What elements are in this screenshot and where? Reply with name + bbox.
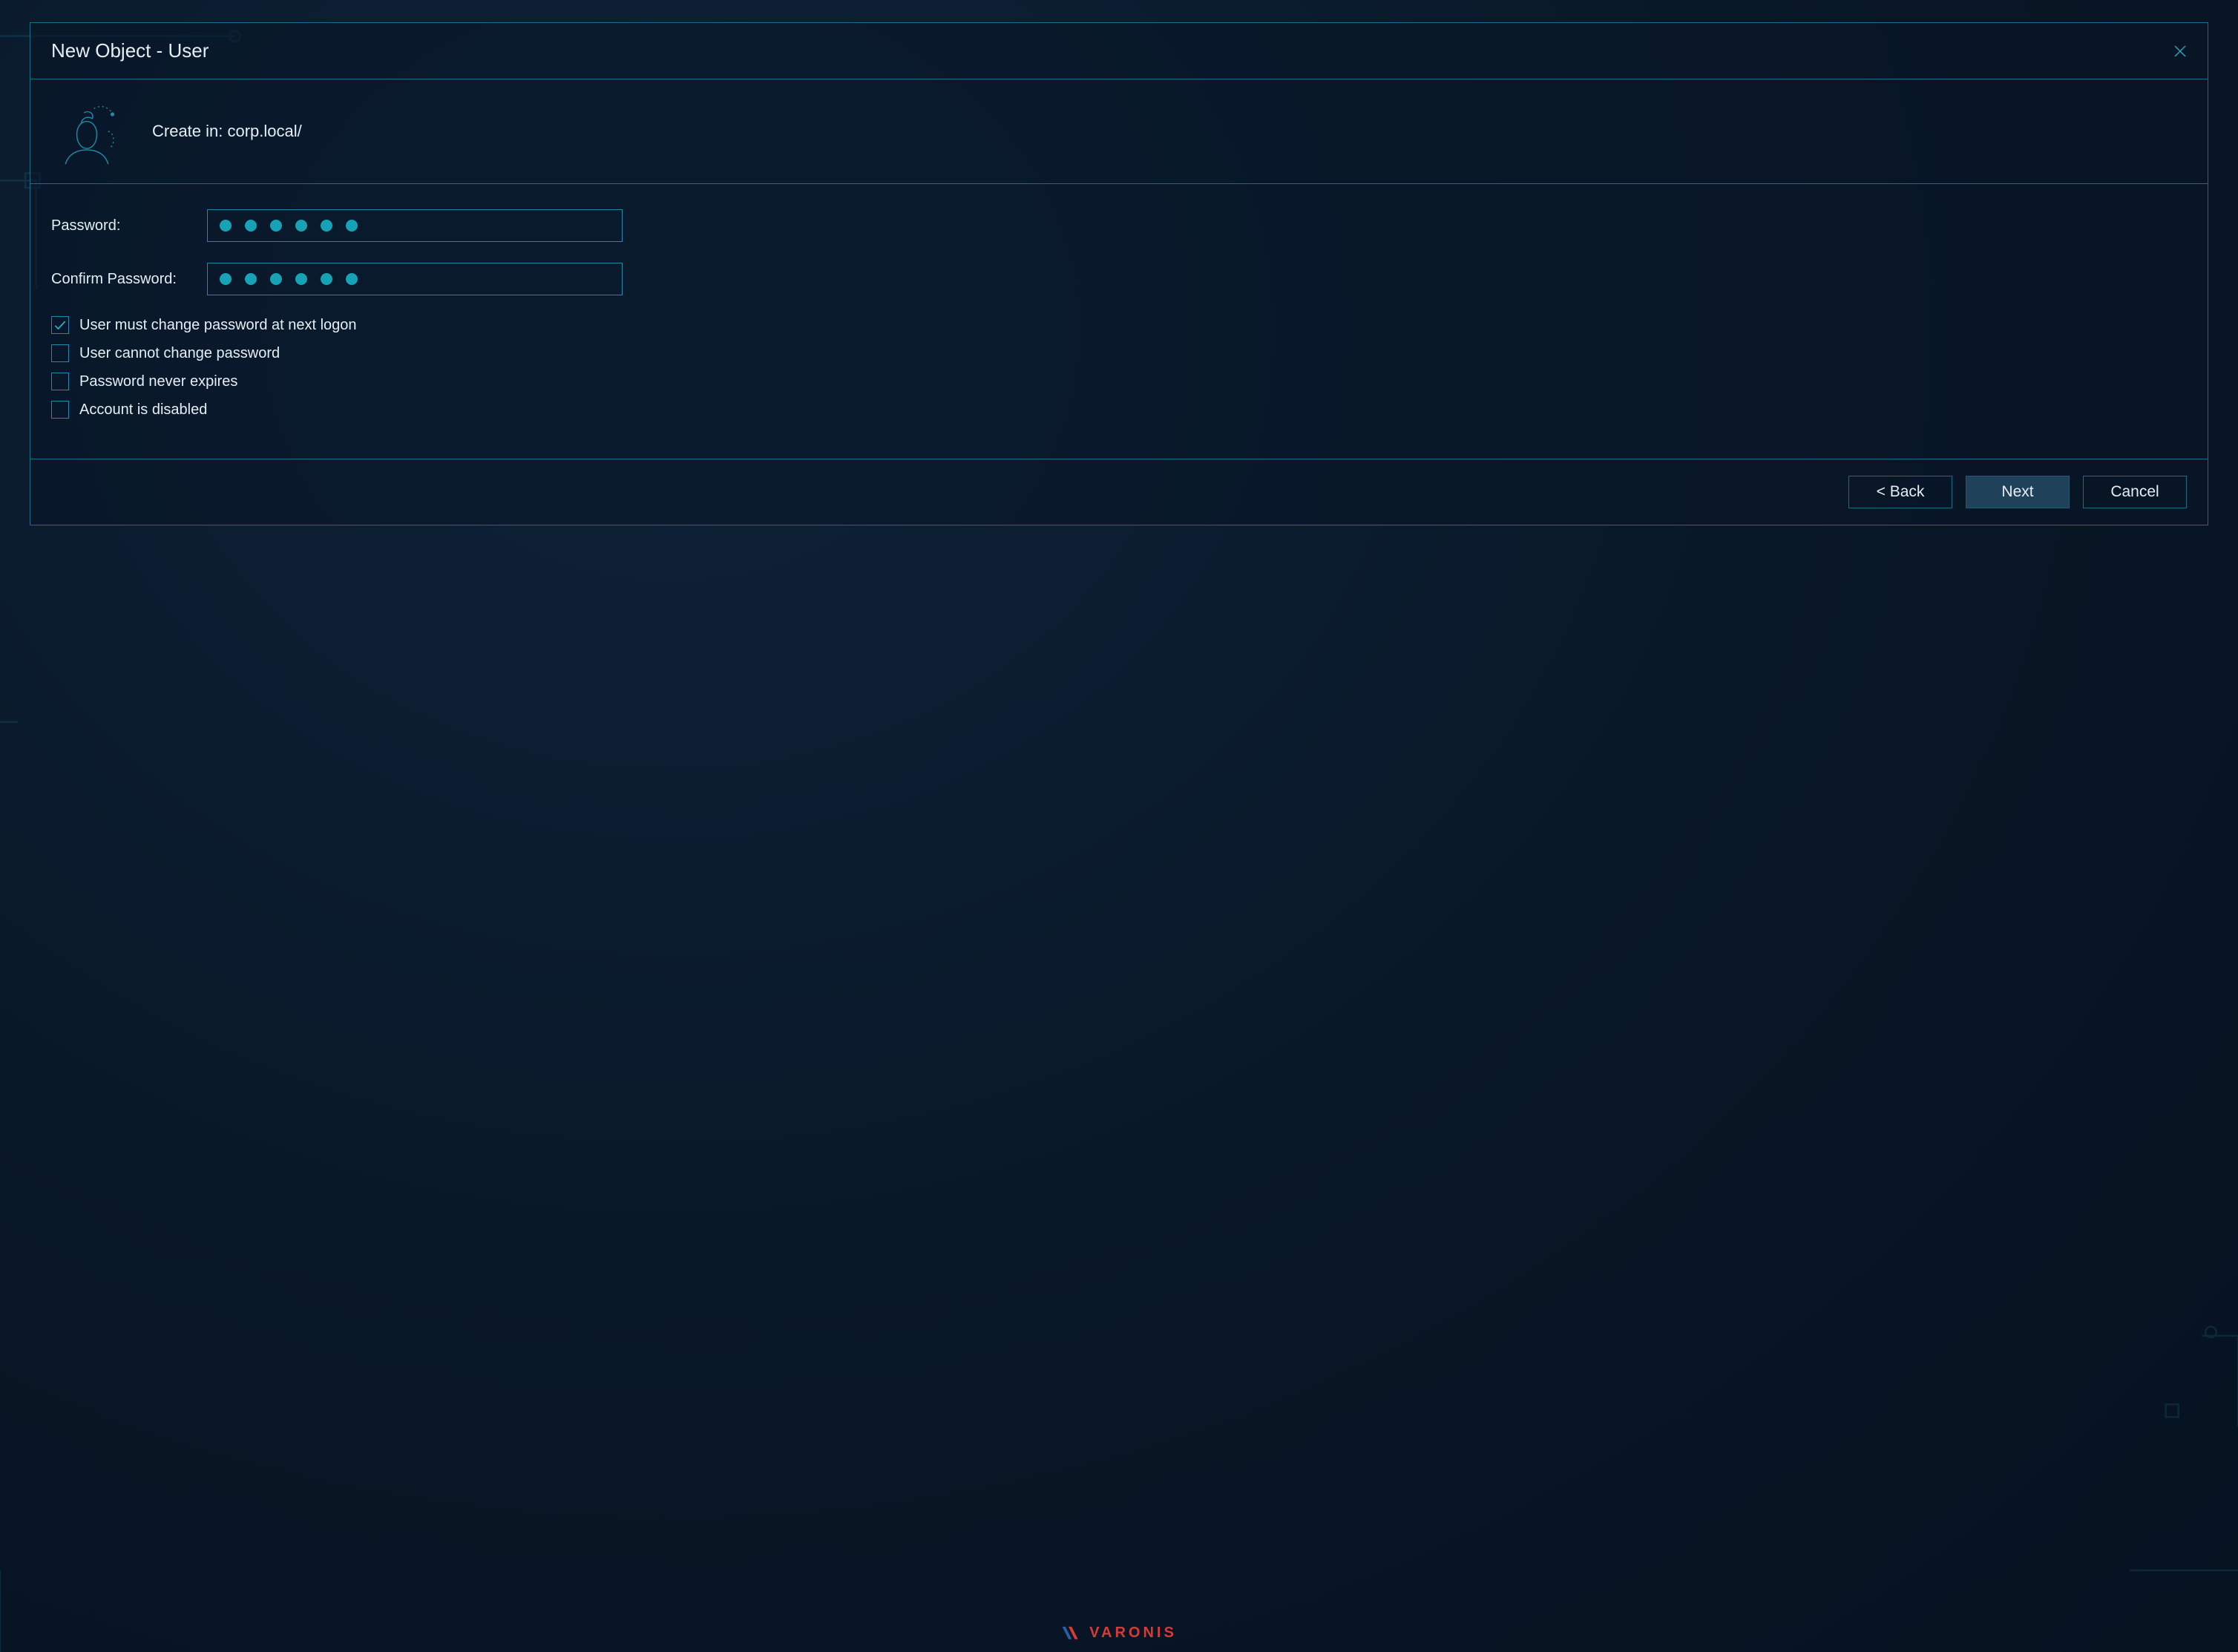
checkbox-group: User must change password at next logon U… [51, 316, 2187, 419]
password-dot [270, 273, 282, 285]
checkbox-label: User cannot change password [79, 345, 280, 362]
create-in-row: Create in: corp.local/ [30, 79, 2208, 184]
dialog-title: New Object - User [51, 39, 209, 62]
checkbox-row-3[interactable]: Account is disabled [51, 401, 2187, 419]
checkbox-unchecked-icon[interactable] [51, 401, 69, 419]
password-form: Password: Confirm Password: User must ch… [30, 184, 2208, 459]
password-dot [220, 273, 232, 285]
password-dot [346, 220, 358, 232]
checkbox-checked-icon[interactable] [51, 316, 69, 334]
password-dot [295, 273, 307, 285]
checkbox-row-2[interactable]: Password never expires [51, 373, 2187, 390]
password-dot [245, 273, 257, 285]
checkbox-unchecked-icon[interactable] [51, 344, 69, 362]
password-row: Password: [51, 209, 2187, 242]
dialog-header: New Object - User [30, 23, 2208, 79]
user-outline-icon [51, 96, 122, 167]
password-dot [295, 220, 307, 232]
checkbox-row-0[interactable]: User must change password at next logon [51, 316, 2187, 334]
checkbox-label: Account is disabled [79, 401, 207, 419]
confirm-password-label: Confirm Password: [51, 271, 207, 288]
checkbox-label: User must change password at next logon [79, 317, 357, 334]
back-button[interactable]: < Back [1848, 476, 1952, 508]
next-button[interactable]: Next [1966, 476, 2070, 508]
checkbox-label: Password never expires [79, 373, 237, 390]
password-input[interactable] [207, 209, 623, 242]
new-user-dialog: New Object - User [30, 22, 2208, 525]
checkbox-unchecked-icon[interactable] [51, 373, 69, 390]
brand-logo: VARONIS [1061, 1625, 1177, 1642]
brand-name: VARONIS [1089, 1625, 1177, 1642]
confirm-password-input[interactable] [207, 263, 623, 295]
close-icon[interactable] [2173, 45, 2187, 58]
confirm-password-row: Confirm Password: [51, 263, 2187, 295]
password-dot [346, 273, 358, 285]
password-label: Password: [51, 217, 207, 235]
password-dot [321, 220, 332, 232]
password-dot [245, 220, 257, 232]
checkbox-row-1[interactable]: User cannot change password [51, 344, 2187, 362]
cancel-button[interactable]: Cancel [2083, 476, 2187, 508]
create-in-label: Create in: corp.local/ [152, 122, 302, 141]
varonis-logo-icon [1061, 1625, 1082, 1642]
dialog-footer: < Back Next Cancel [30, 459, 2208, 525]
password-dot [321, 273, 332, 285]
password-dot [220, 220, 232, 232]
password-dot [270, 220, 282, 232]
